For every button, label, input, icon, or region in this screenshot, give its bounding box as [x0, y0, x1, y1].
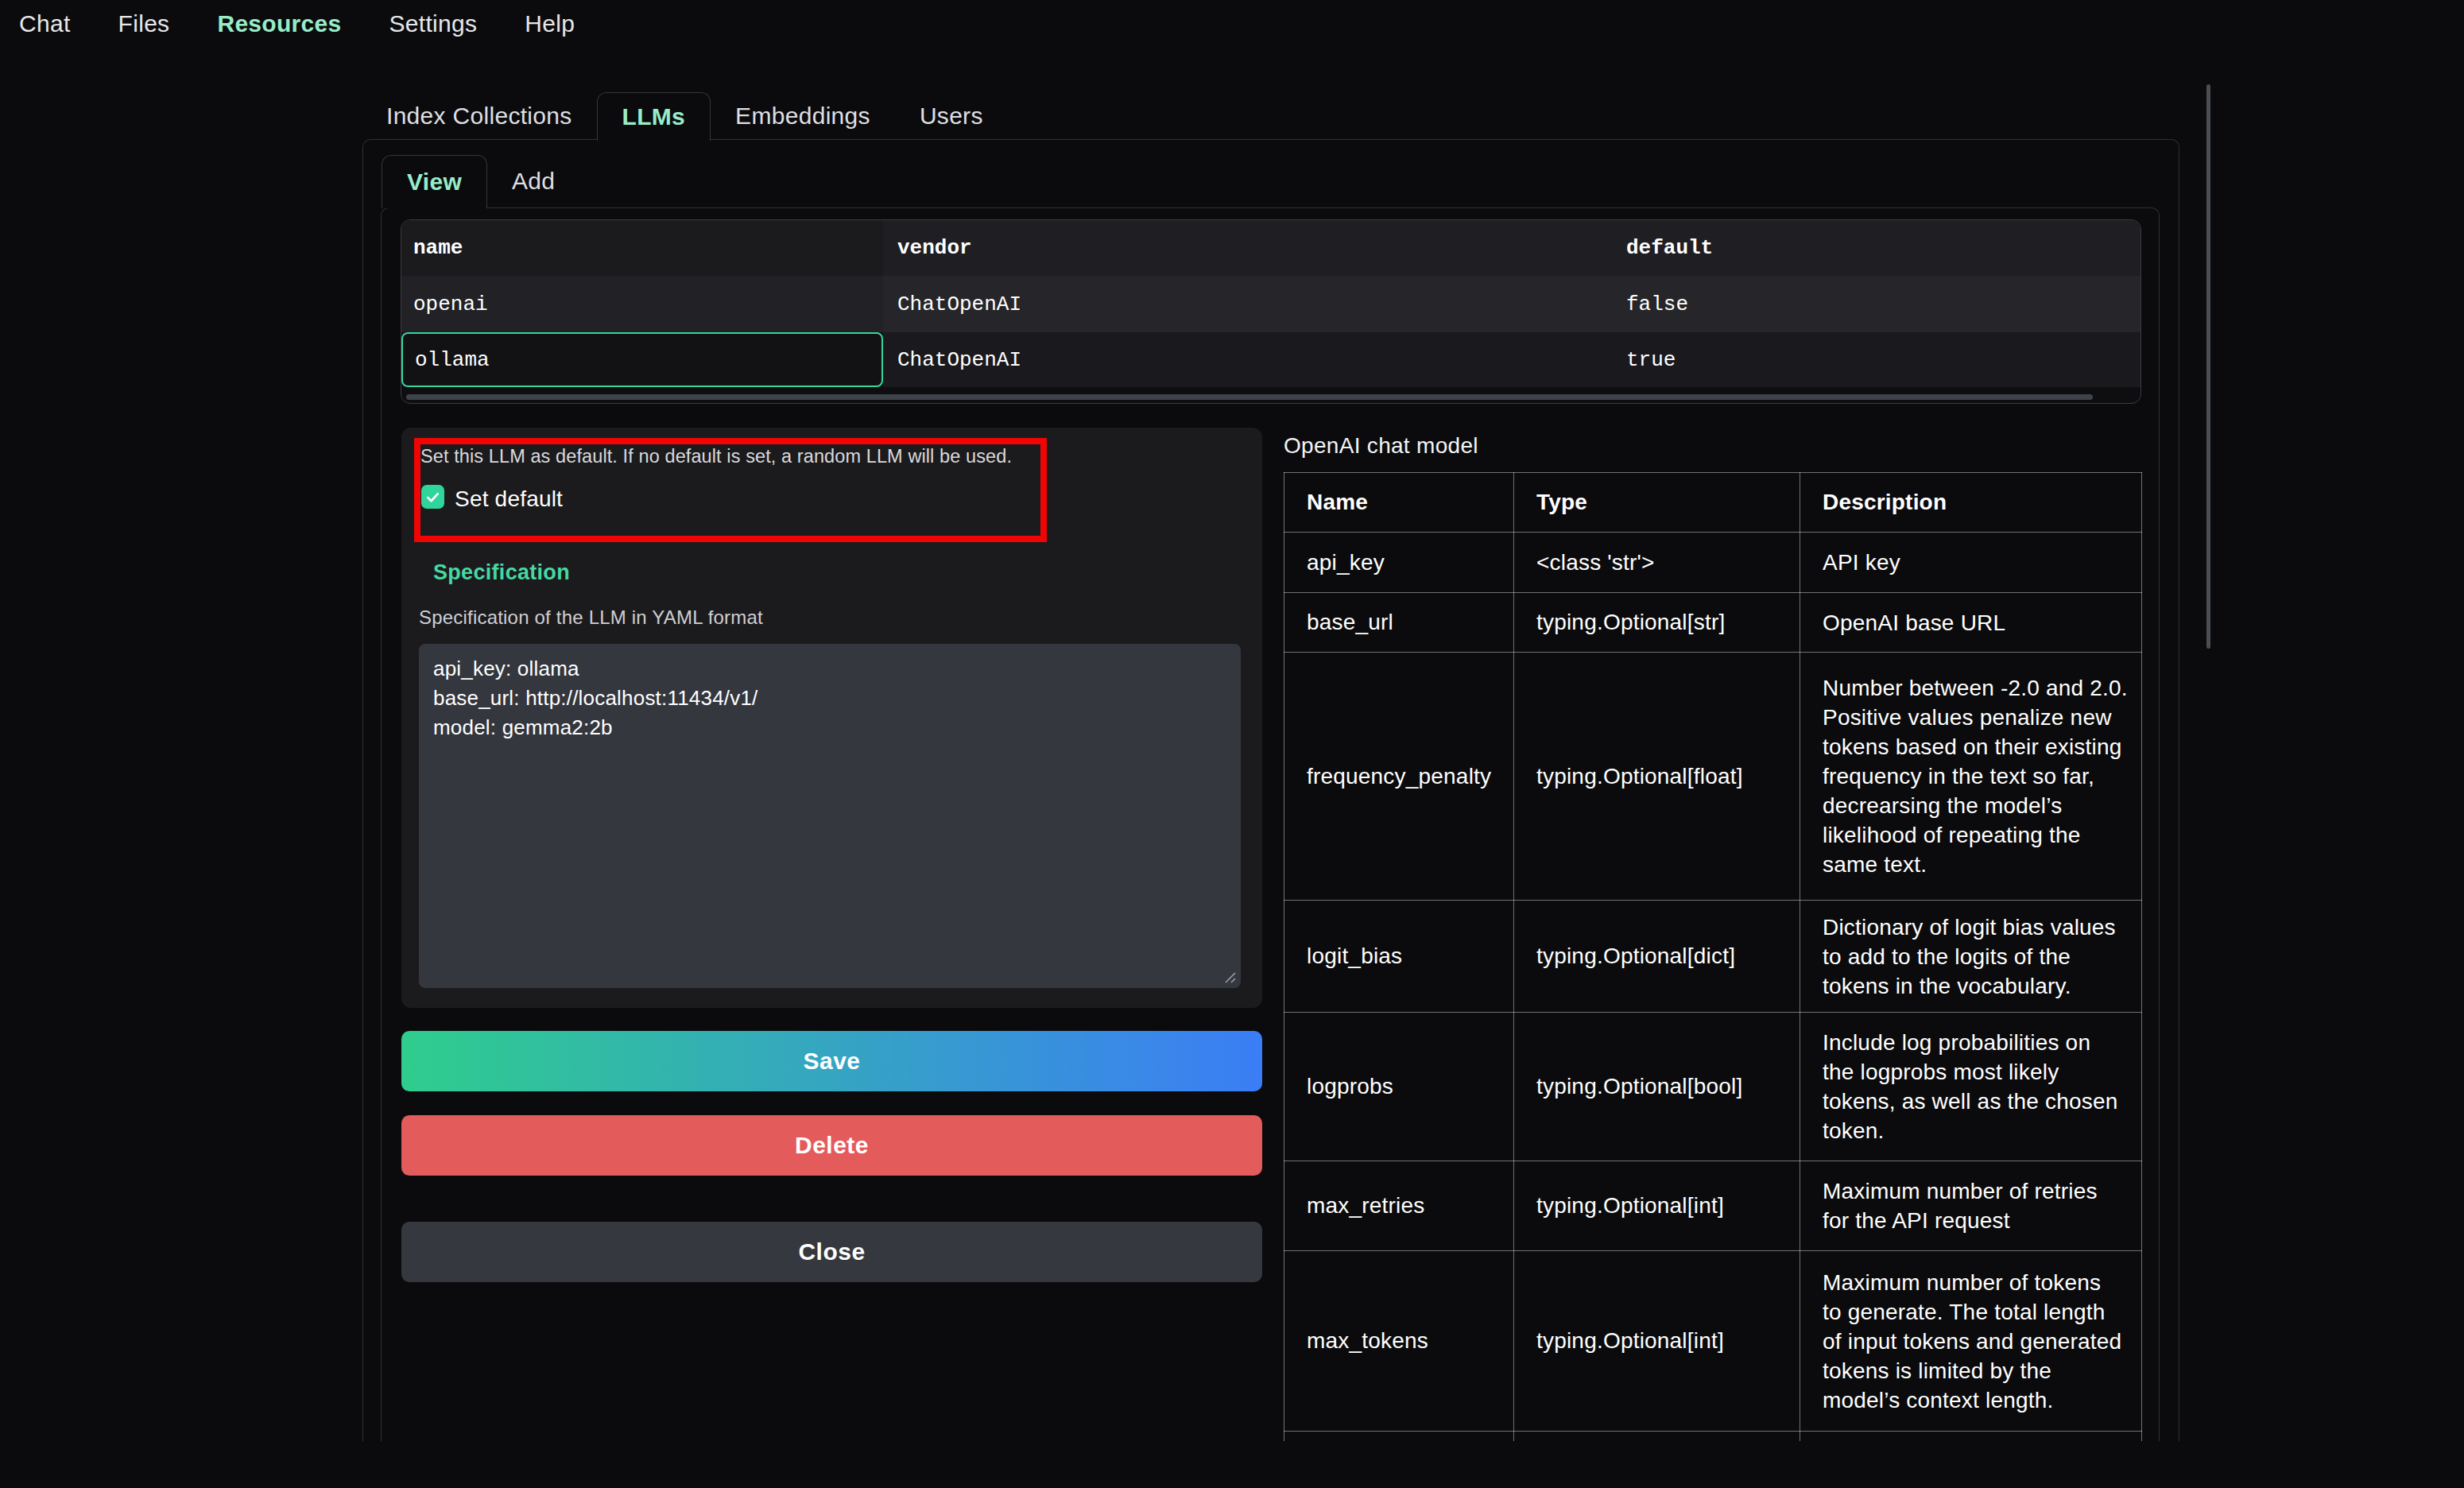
specification-caption: Specification of the LLM in YAML format: [419, 606, 763, 629]
llm-cell-openai-default[interactable]: false: [1612, 276, 2141, 332]
doc-row-frequency-penalty: frequency_penalty typing.Optional[float]…: [1284, 653, 2142, 901]
doc-cell-description: Dictionary of logit bias values to add t…: [1800, 901, 2142, 1013]
doc-row-max-tokens: max_tokens typing.Optional[int] Maximum …: [1284, 1251, 2142, 1432]
doc-header-row: Name Type Description: [1284, 473, 2142, 533]
doc-cell-name: logprobs: [1284, 1013, 1514, 1161]
close-button[interactable]: Close: [401, 1222, 1262, 1282]
doc-cell-type: typing.Optional[int]: [1514, 1161, 1800, 1251]
close-button-label: Close: [798, 1238, 865, 1265]
subtab-add[interactable]: Add: [487, 155, 579, 207]
annotation-red-box: [414, 438, 1047, 542]
doc-cell-name: logit_bias: [1284, 901, 1514, 1013]
doc-row-api-key: api_key <class 'str'> API key: [1284, 533, 2142, 593]
llm-col-header-name[interactable]: name: [401, 220, 883, 276]
delete-button[interactable]: Delete: [401, 1115, 1262, 1176]
doc-cell-type: <class 'str'>: [1514, 533, 1800, 593]
doc-cell-name: api_key: [1284, 533, 1514, 593]
subtab-view[interactable]: View: [382, 155, 487, 208]
nav-item-files[interactable]: Files: [118, 12, 170, 36]
delete-button-label: Delete: [795, 1132, 869, 1159]
llm-col-header-default[interactable]: default: [1612, 220, 2141, 276]
doc-cell-name: frequency_penalty: [1284, 653, 1514, 901]
save-button-label: Save: [803, 1048, 860, 1075]
llm-cell-ollama-vendor[interactable]: ChatOpenAI: [883, 332, 1612, 387]
doc-cell-type: typing.Optional[dict]: [1514, 901, 1800, 1013]
llm-cell-ollama-default[interactable]: true: [1612, 332, 2141, 387]
doc-row-logprobs: logprobs typing.Optional[bool] Include l…: [1284, 1013, 2142, 1161]
llm-table-horizontal-scrollbar[interactable]: [406, 394, 2093, 400]
llm-cell-openai-vendor[interactable]: ChatOpenAI: [883, 276, 1612, 332]
llm-cell-openai-name[interactable]: openai: [401, 276, 883, 332]
doc-cell-name: max_tokens: [1284, 1251, 1514, 1432]
spec-yaml-text: api_key: ollama base_url: http://localho…: [433, 657, 758, 739]
doc-cell-type: [1514, 1432, 1800, 1442]
save-button[interactable]: Save: [401, 1031, 1262, 1091]
nav-item-resources[interactable]: Resources: [217, 12, 341, 36]
specification-heading: Specification: [433, 560, 570, 585]
doc-cell-description: OpenAI base URL: [1800, 593, 2142, 653]
doc-cell-description: [1800, 1432, 2142, 1442]
model-doc-table-wrap: Name Type Description api_key <class 'st…: [1284, 472, 2143, 1441]
page-vertical-scrollbar[interactable]: [2206, 84, 2210, 649]
doc-col-type: Type: [1514, 473, 1800, 533]
doc-cell-type: typing.Optional[int]: [1514, 1251, 1800, 1432]
doc-col-name: Name: [1284, 473, 1514, 533]
doc-cell-description: Maximum number of tokens to generate. Th…: [1800, 1251, 2142, 1432]
doc-cell-type: typing.Optional[float]: [1514, 653, 1800, 901]
doc-row-clipped: [1284, 1432, 2142, 1442]
llms-subtabs: View Add: [382, 155, 579, 207]
model-doc-table: Name Type Description api_key <class 'st…: [1284, 472, 2142, 1441]
llm-detail-card: Set this LLM as default. If no default i…: [401, 428, 1262, 1008]
doc-cell-type: typing.Optional[str]: [1514, 593, 1800, 653]
doc-cell-description: Include log probabilities on the logprob…: [1800, 1013, 2142, 1161]
nav-item-settings[interactable]: Settings: [389, 12, 478, 36]
doc-col-description: Description: [1800, 473, 2142, 533]
nav-item-chat[interactable]: Chat: [19, 12, 71, 36]
llm-row-ollama[interactable]: ollama ChatOpenAI true: [401, 332, 2141, 387]
doc-cell-name: [1284, 1432, 1514, 1442]
llm-table-header: name vendor default: [401, 220, 2141, 276]
doc-row-max-retries: max_retries typing.Optional[int] Maximum…: [1284, 1161, 2142, 1251]
nav-item-help[interactable]: Help: [525, 12, 575, 36]
doc-row-logit-bias: logit_bias typing.Optional[dict] Diction…: [1284, 901, 2142, 1013]
tab-embeddings[interactable]: Embeddings: [711, 92, 895, 140]
spec-yaml-textarea[interactable]: api_key: ollama base_url: http://localho…: [419, 644, 1241, 988]
doc-cell-type: typing.Optional[bool]: [1514, 1013, 1800, 1161]
llm-row-openai[interactable]: openai ChatOpenAI false: [401, 276, 2141, 332]
doc-cell-description: API key: [1800, 533, 2142, 593]
doc-cell-name: base_url: [1284, 593, 1514, 653]
llm-col-header-vendor[interactable]: vendor: [883, 220, 1612, 276]
doc-cell-description: Maximum number of retries for the API re…: [1800, 1161, 2142, 1251]
top-nav: Chat Files Resources Settings Help: [19, 12, 575, 36]
doc-cell-description: Number between -2.0 and 2.0. Positive va…: [1800, 653, 2142, 901]
doc-row-base-url: base_url typing.Optional[str] OpenAI bas…: [1284, 593, 2142, 653]
llm-cell-ollama-name-selected[interactable]: ollama: [401, 332, 883, 387]
textarea-resize-handle-icon[interactable]: [1223, 971, 1237, 984]
model-doc-title: OpenAI chat model: [1284, 433, 1478, 459]
resources-tabs: Index Collections LLMs Embeddings Users: [362, 92, 1008, 140]
tab-llms[interactable]: LLMs: [597, 92, 711, 141]
tab-index-collections[interactable]: Index Collections: [362, 92, 597, 140]
app-root: Chat Files Resources Settings Help Index…: [0, 0, 2464, 1488]
llm-list-table: name vendor default openai ChatOpenAI fa…: [401, 219, 2141, 404]
tab-users[interactable]: Users: [895, 92, 1008, 140]
doc-cell-name: max_retries: [1284, 1161, 1514, 1251]
